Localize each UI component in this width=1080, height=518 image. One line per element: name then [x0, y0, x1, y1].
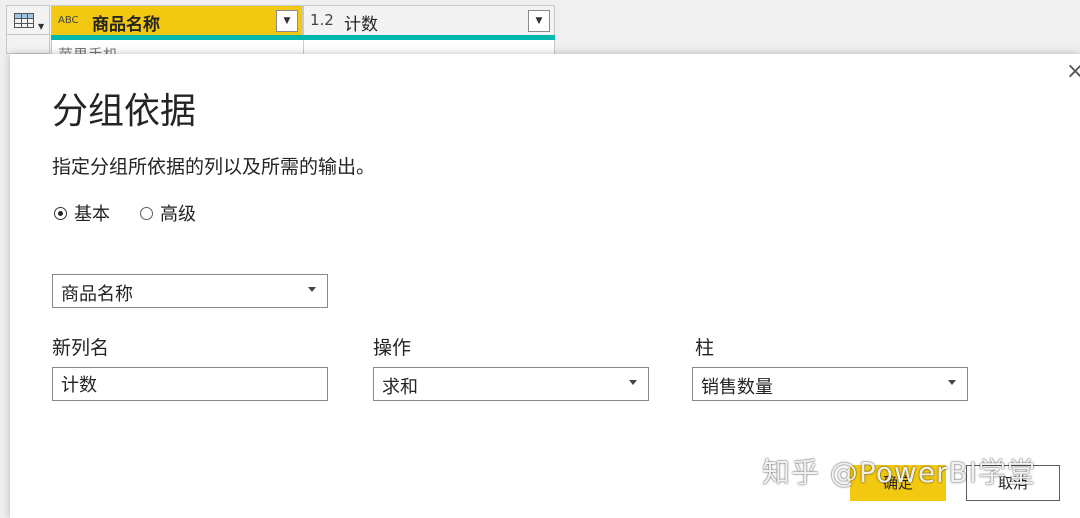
column-header-count[interactable]: 1.2 计数 ▼ [303, 5, 555, 35]
filter-dropdown-icon[interactable]: ▼ [528, 10, 550, 32]
new-column-name-label: 新列名 [52, 337, 110, 359]
query-grid-header: ▼ ABC 商品名称 ▼ 1.2 计数 ▼ 苹果手机 [0, 0, 560, 54]
operation-select[interactable]: 求和 [373, 367, 649, 401]
group-by-column-select[interactable]: 商品名称 [52, 274, 328, 308]
radio-label: 基本 [74, 204, 110, 225]
table-row: 苹果手机 [51, 40, 555, 54]
chevron-down-icon [308, 287, 316, 292]
radio-basic[interactable]: 基本 [54, 200, 110, 226]
decimal-type-icon[interactable]: 1.2 [310, 11, 334, 29]
chevron-down-icon [948, 380, 956, 385]
group-by-dialog: × 分组依据 指定分组所依据的列以及所需的输出。 基本 高级 商品名称 新列名 … [10, 54, 1080, 518]
table-cell[interactable]: 苹果手机 [58, 44, 118, 54]
dialog-description: 指定分组所依据的列以及所需的输出。 [52, 156, 376, 178]
chevron-down-icon [629, 380, 637, 385]
radio-advanced[interactable]: 高级 [140, 200, 196, 226]
radio-selected-icon[interactable] [54, 206, 67, 220]
operation-label: 操作 [373, 337, 412, 359]
select-value: 销售数量 [701, 377, 773, 398]
column-label: 柱 [695, 337, 715, 359]
close-icon[interactable]: × [1066, 60, 1080, 84]
watermark: 知乎 @PowerBI学堂 [762, 456, 1037, 489]
row-number-cell [6, 35, 50, 54]
text-type-icon[interactable]: ABC [58, 15, 79, 26]
dialog-title: 分组依据 [52, 91, 197, 132]
caret-down-icon: ▼ [38, 22, 45, 31]
select-value: 商品名称 [61, 284, 133, 305]
filter-dropdown-icon[interactable]: ▼ [276, 10, 298, 32]
column-header-label: 计数 [344, 15, 378, 35]
table-icon [14, 13, 34, 28]
column-header-label: 商品名称 [92, 15, 160, 35]
radio-unselected-icon[interactable] [140, 206, 153, 220]
cell-divider [303, 40, 304, 54]
new-column-name-input[interactable] [52, 367, 328, 401]
select-value: 求和 [382, 377, 418, 398]
table-menu-button[interactable]: ▼ [6, 5, 50, 35]
aggregate-column-select[interactable]: 销售数量 [692, 367, 968, 401]
column-header-product-name[interactable]: ABC 商品名称 ▼ [51, 5, 303, 35]
radio-label: 高级 [160, 204, 196, 225]
